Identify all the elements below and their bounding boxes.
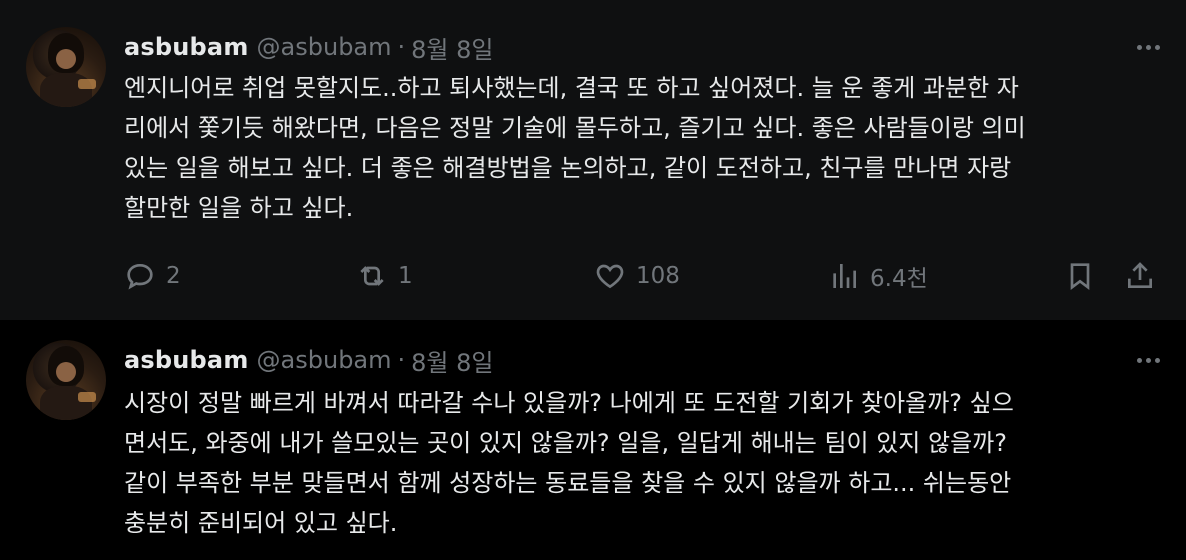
like-button[interactable]: 108 (594, 258, 680, 294)
header-separator: · (397, 346, 406, 374)
more-icon[interactable] (1137, 45, 1160, 50)
tweet-text: 엔지니어로 취업 못할지도..하고 퇴사했는데, 결국 또 하고 싶어졌다. 늘… (124, 74, 1026, 222)
share-button[interactable] (1124, 258, 1156, 294)
tweet-header: asbubam @asbubam · 8월 8일 (124, 343, 493, 377)
user-handle[interactable]: @asbubam (257, 33, 392, 61)
tweet-actions: 2 1 108 6.4천 (124, 258, 1164, 294)
reply-count: 2 (166, 263, 181, 289)
reply-button[interactable]: 2 (124, 258, 181, 294)
retweet-count: 1 (398, 263, 413, 289)
heart-icon (596, 264, 624, 289)
tweet[interactable]: asbubam @asbubam · 8월 8일 엔지니어로 취업 못할지도..… (0, 0, 1186, 320)
tweet-header: asbubam @asbubam · 8월 8일 (124, 30, 493, 64)
views-icon (833, 264, 856, 288)
user-handle[interactable]: @asbubam (257, 346, 392, 374)
tweet-text: 시장이 정말 빠르게 바껴서 따라갈 수나 있을까? 나에게 또 도전할 기회가… (124, 389, 1014, 537)
user-name[interactable]: asbubam (124, 33, 249, 61)
tweet-date[interactable]: 8월 8일 (411, 343, 493, 378)
header-separator: · (397, 33, 406, 61)
avatar[interactable] (26, 27, 106, 107)
user-name[interactable]: asbubam (124, 346, 249, 374)
views-button[interactable]: 6.4천 (828, 258, 928, 294)
retweet-icon (360, 266, 384, 286)
bookmark-icon (1070, 263, 1090, 290)
tweet-date[interactable]: 8월 8일 (411, 30, 493, 65)
more-icon[interactable] (1137, 358, 1160, 363)
like-count: 108 (636, 263, 680, 289)
views-count: 6.4천 (870, 266, 928, 292)
retweet-button[interactable]: 1 (356, 258, 413, 294)
tweet[interactable]: asbubam @asbubam · 8월 8일 시장이 정말 빠르게 바껴서 … (0, 320, 1186, 560)
share-icon (1128, 262, 1152, 288)
bookmark-button[interactable] (1064, 258, 1096, 294)
reply-icon (127, 263, 153, 290)
avatar[interactable] (26, 340, 106, 420)
